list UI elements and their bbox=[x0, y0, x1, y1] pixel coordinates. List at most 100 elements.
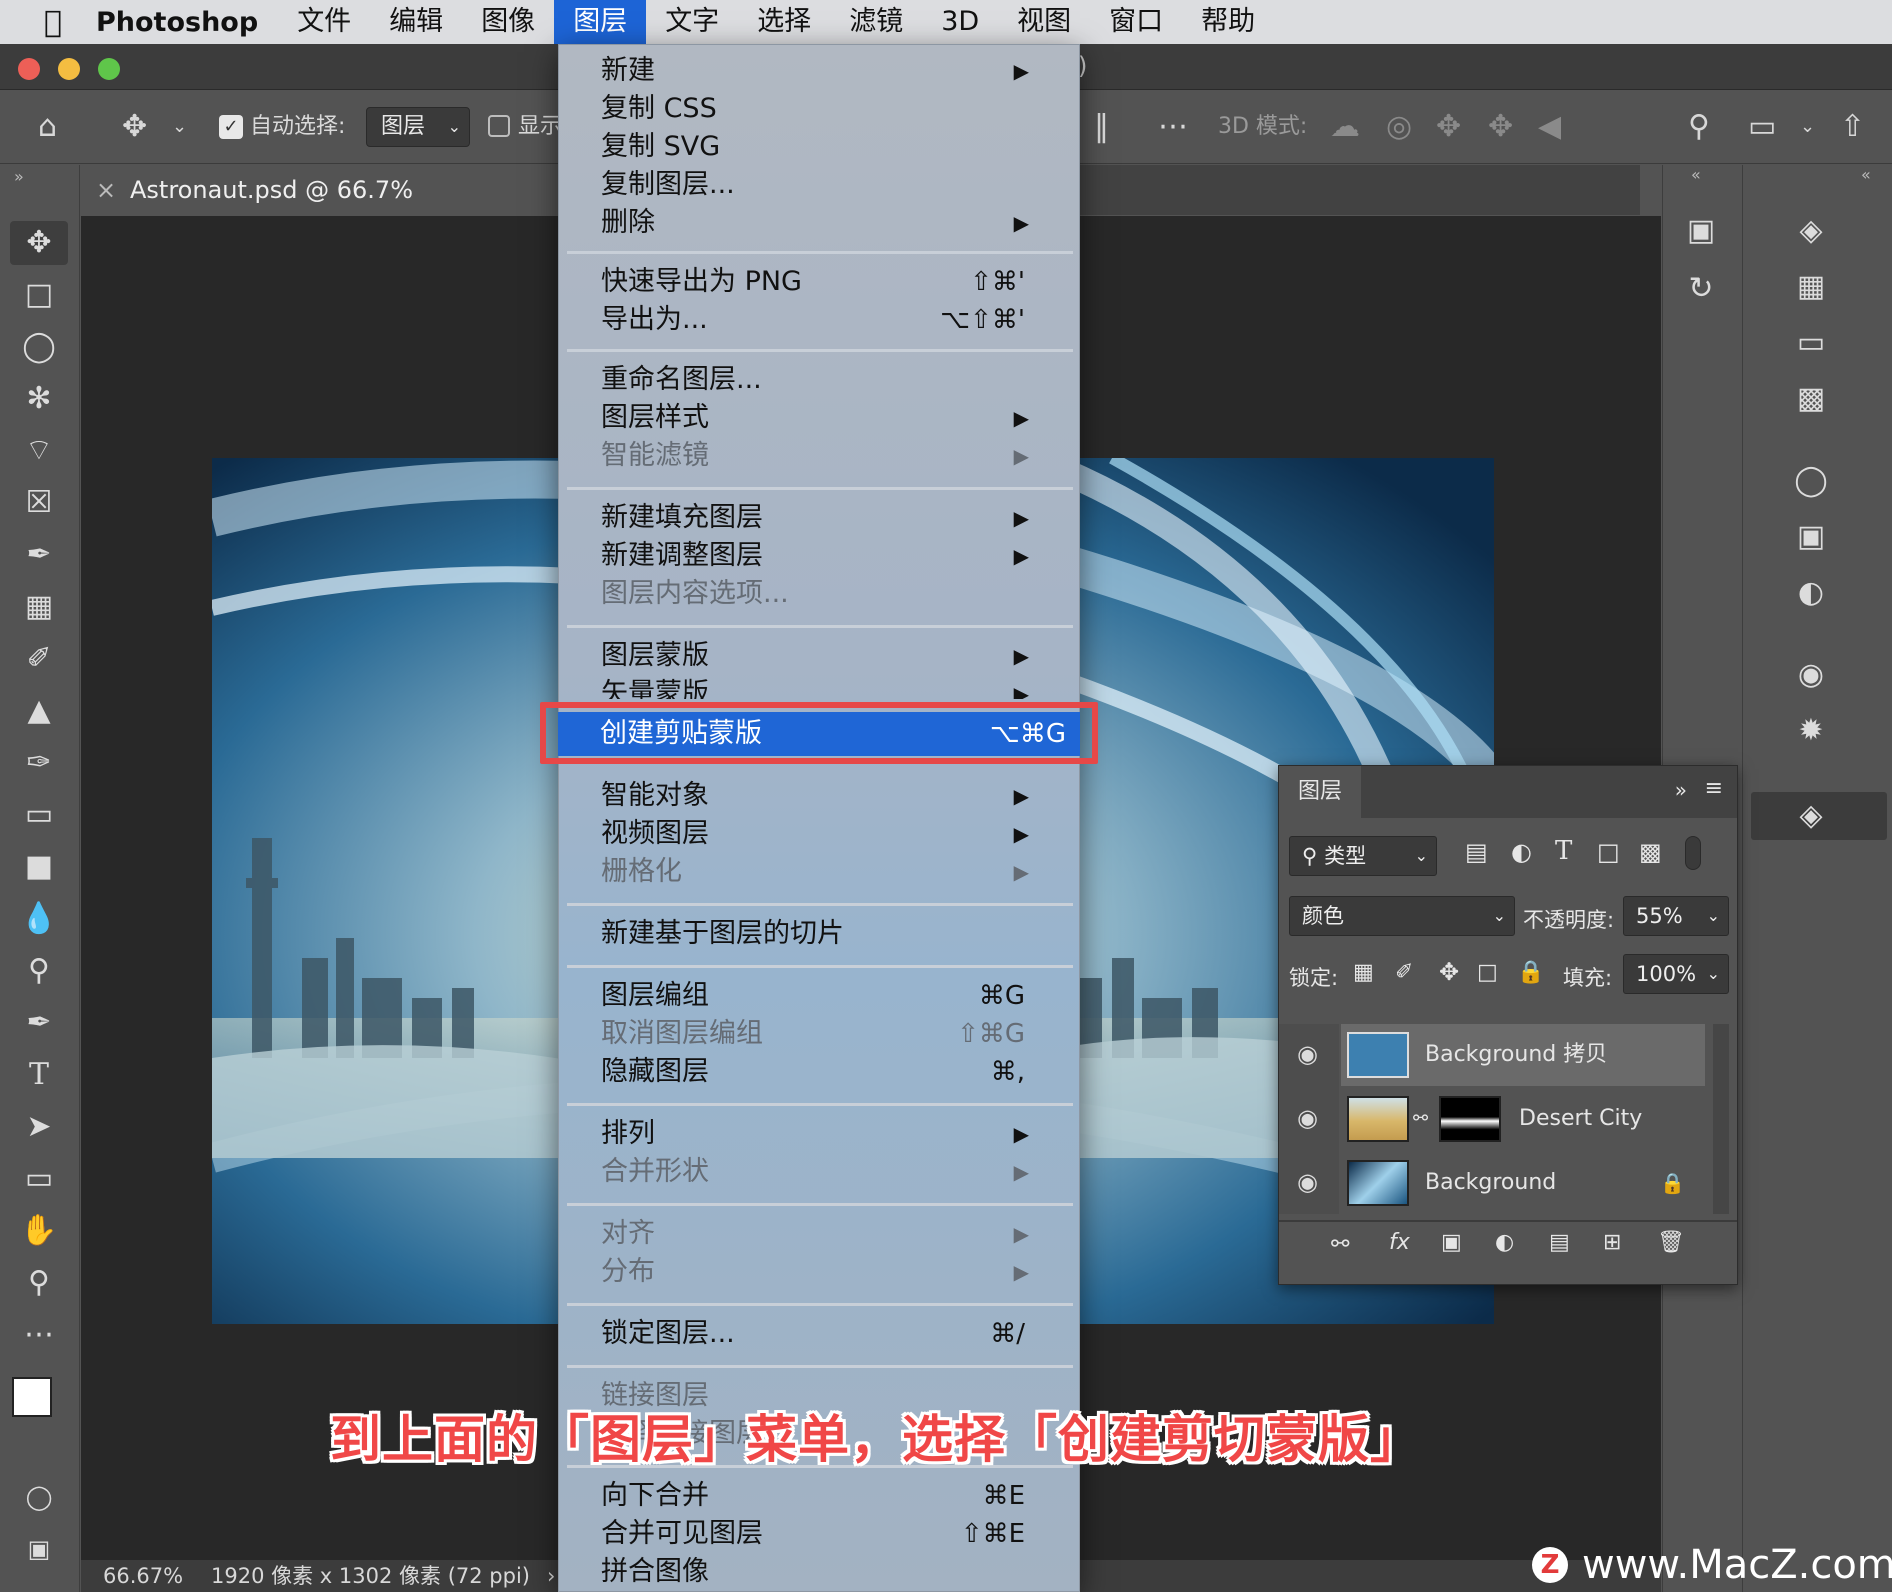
eraser-tool-icon[interactable]: ▭ bbox=[10, 793, 68, 837]
brush-tool-icon[interactable]: ✐ bbox=[10, 637, 68, 681]
filter-toggle[interactable] bbox=[1685, 836, 1701, 870]
filter-pixel-icon[interactable]: ▤ bbox=[1465, 838, 1488, 866]
new-layer-icon[interactable]: ⊞ bbox=[1603, 1230, 1621, 1255]
path-select-tool-icon[interactable]: ➤ bbox=[10, 1105, 68, 1149]
menu-item-copy-css[interactable]: 复制 CSS bbox=[601, 90, 1041, 128]
menu-edit[interactable]: 编辑 bbox=[370, 0, 462, 44]
collapse-panel-icon[interactable]: « bbox=[1861, 165, 1871, 184]
menu-item-group-layers[interactable]: 图层编组 ⌘G bbox=[601, 977, 1041, 1015]
menu-item-vector-mask[interactable]: 矢量蒙版 ▶ bbox=[601, 675, 1041, 699]
home-icon[interactable]: ⌂ bbox=[38, 90, 57, 164]
frame-tool-icon[interactable]: ☒ bbox=[10, 481, 68, 525]
show-transform-checkbox[interactable] bbox=[488, 115, 510, 137]
close-tab-icon[interactable]: × bbox=[96, 165, 116, 215]
paths-panel-icon[interactable]: ✹ bbox=[1781, 713, 1841, 748]
move-tool-preset-icon[interactable]: ✥ bbox=[122, 90, 147, 164]
menu-3d[interactable]: 3D bbox=[922, 0, 998, 44]
3d-roll-icon[interactable]: ◎ bbox=[1386, 90, 1412, 164]
layers-scrollbar[interactable] bbox=[1713, 1024, 1729, 1214]
eye-icon[interactable]: ◉ bbox=[1297, 1104, 1318, 1132]
filter-type-icon[interactable]: T bbox=[1555, 836, 1572, 866]
minimize-window-button[interactable] bbox=[58, 58, 80, 80]
opacity-input[interactable]: 55% ⌄ bbox=[1623, 896, 1729, 936]
menu-item-new-adjustment-layer[interactable]: 新建调整图层 ▶ bbox=[601, 537, 1041, 575]
layer-row[interactable]: Background 🔒 bbox=[1339, 1152, 1705, 1214]
pen-tool-icon[interactable]: ✒ bbox=[10, 1001, 68, 1045]
menu-item-arrange[interactable]: 排列 ▶ bbox=[601, 1115, 1041, 1153]
swatches-panel-icon[interactable]: ▦ bbox=[1781, 269, 1841, 304]
expand-panel-icon[interactable]: » bbox=[1675, 778, 1687, 802]
menu-window[interactable]: 窗口 bbox=[1090, 0, 1182, 44]
collapse-panel-icon[interactable]: « bbox=[1691, 165, 1701, 184]
eye-icon[interactable]: ◉ bbox=[1297, 1168, 1318, 1196]
marquee-tool-icon[interactable]: □ bbox=[10, 273, 68, 317]
menu-item-rename-layer[interactable]: 重命名图层... bbox=[601, 361, 1041, 399]
menu-item-export-as[interactable]: 导出为... ⌥⇧⌘' bbox=[601, 301, 1041, 339]
menu-type[interactable]: 文字 bbox=[646, 0, 738, 44]
filter-shape-icon[interactable]: □ bbox=[1597, 838, 1620, 866]
lock-all-icon[interactable]: 🔒 bbox=[1517, 960, 1544, 985]
more-options-icon[interactable]: ⋯ bbox=[1158, 90, 1188, 164]
menu-item-lock-layers[interactable]: 锁定图层... ⌘/ bbox=[601, 1315, 1041, 1353]
lasso-tool-icon[interactable]: ◯ bbox=[10, 325, 68, 369]
menu-image[interactable]: 图像 bbox=[462, 0, 554, 44]
eyedropper-tool-icon[interactable]: ✒ bbox=[10, 533, 68, 577]
3d-slide-icon[interactable]: ✥ bbox=[1488, 90, 1513, 164]
healing-brush-tool-icon[interactable]: ▦ bbox=[10, 585, 68, 629]
libraries-panel-icon[interactable]: ▣ bbox=[1781, 519, 1841, 554]
menu-item-smart-object[interactable]: 智能对象 ▶ bbox=[601, 777, 1041, 815]
fx-icon[interactable]: fx bbox=[1389, 1230, 1410, 1255]
menu-item-merge-visible[interactable]: 合并可见图层 ⇧⌘E bbox=[601, 1515, 1041, 1553]
new-adjustment-icon[interactable]: ◐ bbox=[1495, 1230, 1514, 1255]
menu-item-duplicate-layer[interactable]: 复制图层... bbox=[601, 166, 1041, 204]
history-panel-icon[interactable]: ↻ bbox=[1671, 271, 1731, 306]
menu-item-delete[interactable]: 删除 ▶ bbox=[601, 204, 1041, 242]
auto-select-dropdown[interactable]: 图层 ⌄ bbox=[366, 107, 470, 147]
3d-pan-icon[interactable]: ✥ bbox=[1436, 90, 1461, 164]
history-brush-tool-icon[interactable]: ✑ bbox=[10, 741, 68, 785]
gradients-panel-icon[interactable]: ▭ bbox=[1781, 325, 1841, 360]
menu-item-new-fill-layer[interactable]: 新建填充图层 ▶ bbox=[601, 499, 1041, 537]
menu-layer[interactable]: 图层 bbox=[554, 0, 647, 44]
add-mask-icon[interactable]: ▣ bbox=[1441, 1230, 1462, 1255]
zoom-level[interactable]: 66.67% bbox=[103, 1560, 183, 1592]
learn-panel-icon[interactable]: ◯ bbox=[1781, 463, 1841, 498]
trash-icon[interactable]: 🗑 bbox=[1657, 1230, 1685, 1255]
link-icon[interactable]: ⚯ bbox=[1413, 1088, 1428, 1150]
status-arrow-icon[interactable]: › bbox=[547, 1560, 555, 1592]
gradient-tool-icon[interactable]: ■ bbox=[10, 845, 68, 889]
apple-icon[interactable]:  bbox=[26, 0, 80, 44]
lock-position-icon[interactable]: ✥ bbox=[1439, 958, 1459, 986]
menu-item-merge-down[interactable]: 向下合并 ⌘E bbox=[601, 1477, 1041, 1515]
menu-item-new[interactable]: 新建 ▶ bbox=[601, 52, 1041, 90]
document-tab[interactable]: × Astronaut.psd @ 66.7% (Background bbox=[80, 165, 570, 254]
fill-input[interactable]: 100% ⌄ bbox=[1623, 954, 1729, 994]
move-tool-icon[interactable]: ✥ bbox=[10, 221, 68, 265]
quick-select-tool-icon[interactable]: ✻ bbox=[10, 377, 68, 421]
workspace-icon[interactable]: ▭ bbox=[1748, 90, 1776, 164]
3d-panel-icon[interactable]: ▣ bbox=[1671, 213, 1731, 248]
menu-filter[interactable]: 滤镜 bbox=[830, 0, 922, 44]
color-panel-icon[interactable]: ◈ bbox=[1781, 213, 1841, 248]
app-name-menu[interactable]: Photoshop bbox=[80, 7, 278, 38]
share-icon[interactable]: ⇧ bbox=[1840, 90, 1865, 164]
screen-mode-icon[interactable]: ▣ bbox=[10, 1527, 68, 1571]
menu-item-hide-layers[interactable]: 隐藏图层 ⌘, bbox=[601, 1053, 1041, 1091]
channels-panel-icon[interactable]: ◉ bbox=[1781, 657, 1841, 692]
auto-select-checkbox[interactable]: ✓ bbox=[219, 115, 243, 139]
layers-tab[interactable]: 图层 bbox=[1279, 766, 1361, 818]
3d-scale-icon[interactable]: ◀ bbox=[1538, 90, 1561, 164]
hand-tool-icon[interactable]: ✋ bbox=[10, 1209, 68, 1253]
type-tool-icon[interactable]: T bbox=[10, 1053, 68, 1097]
layer-filter-dropdown[interactable]: ⚲ 类型 ⌄ bbox=[1289, 836, 1437, 876]
menu-item-copy-svg[interactable]: 复制 SVG bbox=[601, 128, 1041, 166]
lock-transparent-icon[interactable]: ▦ bbox=[1353, 960, 1374, 985]
menu-view[interactable]: 视图 bbox=[998, 0, 1090, 44]
rectangle-tool-icon[interactable]: ▭ bbox=[10, 1157, 68, 1201]
menu-file[interactable]: 文件 bbox=[278, 0, 370, 44]
panel-menu-icon[interactable]: ≡ bbox=[1705, 776, 1723, 801]
stamp-tool-icon[interactable]: ▲ bbox=[10, 689, 68, 733]
blur-tool-icon[interactable]: 💧 bbox=[10, 897, 68, 941]
search-icon[interactable]: ⚲ bbox=[1688, 90, 1710, 164]
menu-help[interactable]: 帮助 bbox=[1182, 0, 1274, 44]
